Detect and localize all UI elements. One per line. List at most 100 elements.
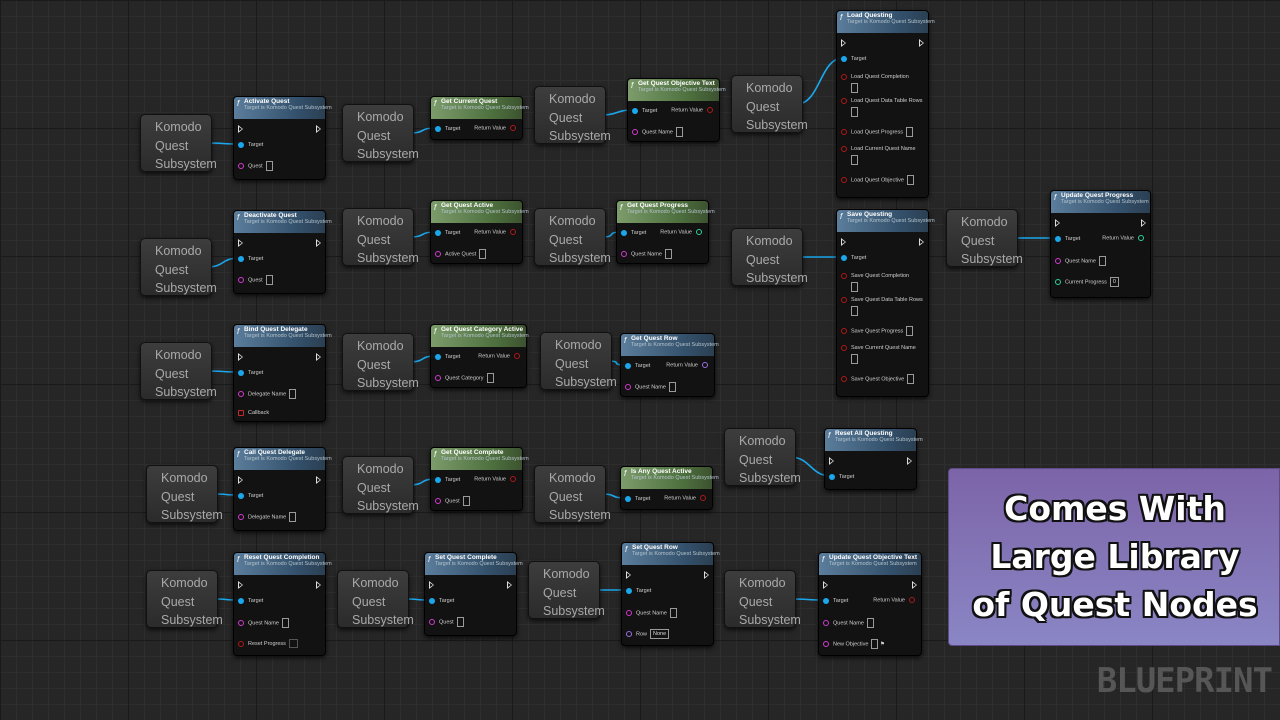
- subsystem-getter-node[interactable]: Komodo Quest Subsystem: [731, 75, 808, 133]
- target-pin[interactable]: Target: [829, 473, 854, 481]
- input-pin-dot[interactable]: [238, 163, 244, 169]
- input-pin[interactable]: Quest Name: [632, 127, 683, 137]
- function-node[interactable]: f Get Quest Complete Target is Komodo Ques…: [430, 447, 529, 511]
- exec-in-pin[interactable]: [829, 457, 834, 465]
- exec-in-pin[interactable]: [1055, 219, 1060, 227]
- pin-input-box[interactable]: [851, 107, 858, 117]
- node-header[interactable]: f Get Quest Active Target is Komodo Quest …: [431, 201, 529, 223]
- input-pin[interactable]: Quest Name: [626, 608, 677, 618]
- input-pin-dot[interactable]: [435, 498, 441, 504]
- subsystem-getter-node[interactable]: Komodo Quest Subsystem: [342, 208, 419, 266]
- target-pin[interactable]: Target: [841, 254, 866, 262]
- subsystem-getter-node[interactable]: Komodo Quest Subsystem: [146, 465, 223, 523]
- input-pin-dot[interactable]: [621, 251, 627, 257]
- exec-out-pin[interactable]: [1141, 219, 1146, 227]
- function-node[interactable]: f Bind Quest Delegate Target is Komodo Que…: [233, 324, 332, 422]
- exec-in-pin[interactable]: [841, 39, 846, 47]
- function-node[interactable]: f Load Questing Target is Komodo Quest Sub…: [836, 10, 935, 198]
- return-value-pin[interactable]: Return Value: [664, 495, 706, 501]
- target-pin-dot[interactable]: [238, 255, 244, 262]
- exec-in-pin[interactable]: [841, 238, 846, 246]
- input-pin[interactable]: Save Quest Completion: [841, 272, 909, 292]
- exec-in-pin[interactable]: [626, 571, 631, 579]
- target-pin[interactable]: Target: [625, 495, 650, 503]
- subsystem-getter-node[interactable]: Komodo Quest Subsystem: [337, 570, 414, 628]
- input-pin-dot[interactable]: [238, 391, 244, 397]
- input-pin[interactable]: Quest: [429, 617, 464, 627]
- input-pin-dot[interactable]: [823, 620, 829, 626]
- target-pin-dot[interactable]: [625, 362, 631, 369]
- pin-input-box[interactable]: [907, 374, 915, 384]
- input-pin-dot[interactable]: [238, 620, 244, 626]
- target-pin[interactable]: Target: [435, 353, 460, 361]
- exec-in-pin[interactable]: [238, 125, 243, 133]
- target-pin[interactable]: Target: [435, 229, 460, 237]
- subsystem-getter-node[interactable]: Komodo Quest Subsystem: [946, 209, 1023, 267]
- input-pin-dot[interactable]: [841, 177, 847, 183]
- subsystem-getter-node[interactable]: Komodo Quest Subsystem: [140, 342, 217, 400]
- return-value-dot[interactable]: [510, 229, 516, 235]
- input-pin[interactable]: Quest: [435, 496, 470, 506]
- input-pin-dot[interactable]: [626, 631, 632, 637]
- pin-input-box[interactable]: [462, 496, 470, 506]
- input-pin[interactable]: Save Quest Objective: [841, 374, 915, 384]
- node-header[interactable]: f Is Any Quest Active Target is Komodo Que…: [621, 467, 719, 489]
- input-pin-dot[interactable]: [1055, 258, 1061, 264]
- pin-input-box[interactable]: [851, 306, 858, 316]
- target-pin-dot[interactable]: [841, 254, 847, 261]
- pin-input-box[interactable]: [479, 249, 487, 259]
- exec-out-pin[interactable]: [316, 353, 321, 361]
- function-node[interactable]: f Update Quest Progress Target is Komodo Q…: [1050, 190, 1151, 298]
- target-pin-dot[interactable]: [626, 587, 632, 594]
- pin-input-box[interactable]: [288, 639, 298, 648]
- function-node[interactable]: f Set Quest Complete Target is Komodo Ques…: [424, 552, 523, 636]
- pin-input-box[interactable]: [265, 275, 273, 285]
- exec-out-pin[interactable]: [316, 125, 321, 133]
- pin-input-box[interactable]: [456, 617, 464, 627]
- input-pin[interactable]: Load Quest Progress: [841, 127, 913, 137]
- pin-value-field[interactable]: 0: [1109, 277, 1119, 287]
- exec-out-pin[interactable]: [316, 581, 321, 589]
- pin-input-box[interactable]: [265, 161, 273, 171]
- input-pin[interactable]: Load Quest Objective: [841, 175, 914, 185]
- node-header[interactable]: f Get Quest Objective Text Target is Komod…: [628, 79, 726, 101]
- return-value-dot[interactable]: [909, 597, 915, 603]
- return-value-dot[interactable]: [696, 229, 702, 235]
- input-pin[interactable]: Quest Name: [238, 618, 289, 628]
- node-header[interactable]: f Call Quest Delegate Target is Komodo Que…: [234, 448, 332, 470]
- node-header[interactable]: f Get Current Quest Target is Komodo Quest…: [431, 97, 529, 119]
- pin-input-box[interactable]: [289, 389, 297, 399]
- function-node[interactable]: f Get Current Quest Target is Komodo Quest…: [430, 96, 529, 140]
- pin-input-box[interactable]: [1098, 256, 1106, 266]
- target-pin[interactable]: Target: [238, 141, 263, 149]
- function-node[interactable]: f Get Quest Progress Target is Komodo Ques…: [616, 200, 715, 264]
- exec-in-pin[interactable]: [238, 239, 243, 247]
- node-header[interactable]: f Save Questing Target is Komodo Quest Sub…: [837, 210, 935, 232]
- target-pin-dot[interactable]: [435, 476, 441, 483]
- node-header[interactable]: f Activate Quest Target is Komodo Quest Su…: [234, 97, 332, 119]
- return-value-pin[interactable]: Return Value: [474, 229, 516, 235]
- input-pin[interactable]: Quest Name: [625, 382, 676, 392]
- return-value-pin[interactable]: Return Value: [478, 353, 520, 359]
- input-pin-dot[interactable]: [435, 251, 441, 257]
- input-pin-dot[interactable]: [841, 344, 847, 351]
- function-node[interactable]: f Reset Quest Completion Target is Komodo …: [233, 552, 332, 656]
- pin-input-box[interactable]: [851, 282, 858, 292]
- input-pin[interactable]: Load Quest Completion: [841, 73, 909, 93]
- target-pin[interactable]: Target: [238, 492, 263, 500]
- return-value-pin[interactable]: Return Value: [474, 476, 516, 482]
- input-pin[interactable]: Quest: [238, 161, 273, 171]
- return-value-pin[interactable]: Return Value: [660, 229, 702, 235]
- input-pin-dot[interactable]: [841, 145, 847, 152]
- node-header[interactable]: f Get Quest Row Target is Komodo Quest Sub…: [621, 334, 719, 356]
- target-pin-dot[interactable]: [625, 495, 631, 502]
- function-node[interactable]: f Set Quest Row Target is Komodo Quest Sub…: [621, 542, 720, 646]
- node-header[interactable]: f Set Quest Complete Target is Komodo Ques…: [425, 553, 523, 575]
- node-header[interactable]: f Load Questing Target is Komodo Quest Sub…: [837, 11, 935, 33]
- function-node[interactable]: f Save Questing Target is Komodo Quest Sub…: [836, 209, 935, 397]
- target-pin-dot[interactable]: [829, 473, 835, 480]
- subsystem-getter-node[interactable]: Komodo Quest Subsystem: [534, 465, 611, 523]
- subsystem-getter-node[interactable]: Komodo Quest Subsystem: [140, 238, 217, 296]
- input-pin-dot[interactable]: [841, 328, 847, 334]
- pin-input-box[interactable]: [486, 373, 494, 383]
